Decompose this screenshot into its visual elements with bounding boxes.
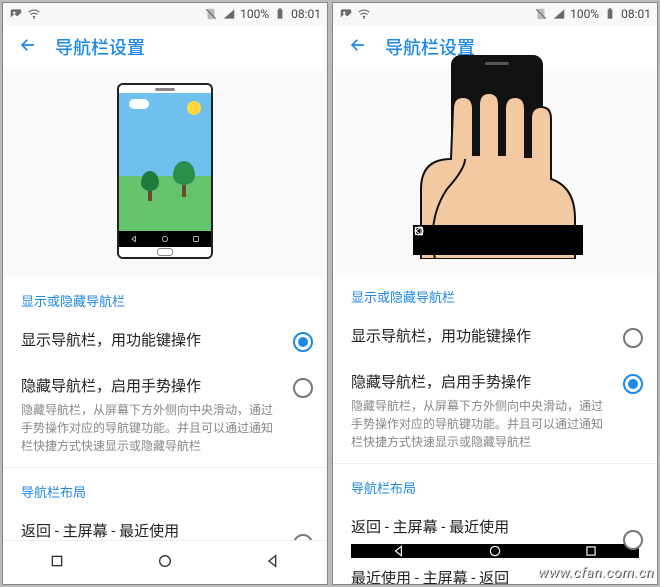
home-button[interactable] (157, 553, 173, 573)
recent-button[interactable] (49, 553, 65, 573)
no-sim-icon (534, 7, 548, 21)
radio-hide[interactable] (623, 374, 643, 394)
radio-show[interactable] (293, 332, 313, 352)
pane-show-navbar: 100% 08:01 导航栏设置 显示或隐藏导航栏 显示导航 (2, 2, 328, 585)
section-layout: 导航栏布局 (333, 463, 657, 505)
option-layout-b[interactable]: 最近使用 - 主屏幕 - 返回 (333, 554, 657, 584)
preview-hidden-navbar (333, 69, 657, 273)
system-navbar (3, 540, 327, 584)
option-show-label: 显示导航栏，用功能键操作 (21, 330, 281, 351)
option-show-label: 显示导航栏，用功能键操作 (351, 326, 611, 347)
clock: 08:01 (621, 7, 651, 21)
layout-b-label: 最近使用 - 主屏幕 - 返回 (351, 568, 643, 584)
phone-mock-wallpaper (117, 83, 213, 259)
back-icon[interactable] (19, 36, 37, 58)
pane-hide-navbar: 100% 08:01 导航栏设置 显示或隐藏导航栏 显示导航栏，用 (332, 2, 658, 585)
status-bar: 100% 08:01 (333, 3, 657, 25)
section-visibility: 显示或隐藏导航栏 (3, 277, 327, 318)
back-button[interactable] (265, 553, 281, 573)
wifi-icon (27, 7, 41, 21)
page-title: 导航栏设置 (55, 34, 145, 60)
preview-visible-navbar (3, 69, 327, 277)
option-show-navbar[interactable]: 显示导航栏，用功能键操作 (3, 318, 327, 364)
battery-icon (273, 7, 287, 21)
radio-hide[interactable] (293, 378, 313, 398)
signal-icon (552, 7, 566, 21)
battery-percent: 100% (570, 7, 599, 21)
option-show-navbar[interactable]: 显示导航栏，用功能键操作 (333, 314, 657, 360)
radio-layout-a[interactable] (293, 534, 313, 540)
radio-show[interactable] (623, 328, 643, 348)
option-hide-sub: 隐藏导航栏，从屏幕下方外侧向中央滑动，通过手势操作对应的导航键功能。并且可以通过… (351, 397, 611, 451)
option-hide-label: 隐藏导航栏，启用手势操作 (21, 376, 281, 397)
battery-percent: 100% (240, 7, 269, 21)
option-hide-navbar[interactable]: 隐藏导航栏，启用手势操作 隐藏导航栏，从屏幕下方外侧向中央滑动，通过手势操作对应… (333, 360, 657, 463)
clock: 08:01 (291, 7, 321, 21)
option-hide-navbar[interactable]: 隐藏导航栏，启用手势操作 隐藏导航栏，从屏幕下方外侧向中央滑动，通过手势操作对应… (3, 364, 327, 467)
no-sim-icon (204, 7, 218, 21)
option-hide-sub: 隐藏导航栏，从屏幕下方外侧向中央滑动，通过手势操作对应的导航键功能。并且可以通过… (21, 401, 281, 455)
picture-icon (339, 7, 353, 21)
option-hide-label: 隐藏导航栏，启用手势操作 (351, 372, 611, 393)
section-layout: 导航栏布局 (3, 467, 327, 509)
battery-icon (603, 7, 617, 21)
wifi-icon (357, 7, 371, 21)
back-icon[interactable] (349, 36, 367, 58)
picture-icon (9, 7, 23, 21)
section-visibility: 显示或隐藏导航栏 (333, 273, 657, 314)
signal-icon (222, 7, 236, 21)
hidden-navbar-sample (413, 225, 583, 255)
status-bar: 100% 08:01 (3, 3, 327, 25)
radio-layout-a[interactable] (623, 530, 643, 550)
app-bar: 导航栏设置 (3, 25, 327, 69)
